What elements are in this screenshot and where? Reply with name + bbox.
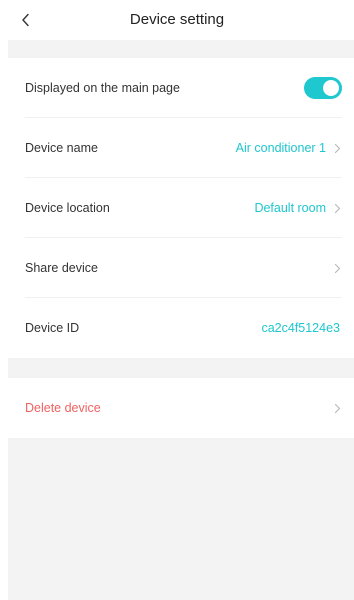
device-id-row: Device ID ca2c4f5124e3 (8, 298, 354, 358)
device-id-label: Device ID (25, 321, 80, 335)
share-device-row[interactable]: Share device (8, 238, 354, 298)
device-name-value: Air conditioner 1 (235, 141, 326, 155)
device-name-row[interactable]: Device name Air conditioner 1 (8, 118, 354, 178)
chevron-right-icon (332, 401, 342, 415)
device-name-label: Device name (25, 141, 98, 155)
settings-content: Displayed on the main page Device name A… (8, 40, 354, 600)
device-location-row[interactable]: Device location Default room (8, 178, 354, 238)
show-on-main-row: Displayed on the main page (8, 58, 354, 118)
chevron-left-icon (22, 13, 29, 27)
chevron-right-icon (332, 261, 342, 275)
toggle-knob (323, 80, 339, 96)
delete-device-row[interactable]: Delete device (8, 378, 354, 438)
device-id-value: ca2c4f5124e3 (261, 321, 340, 335)
show-on-main-label: Displayed on the main page (25, 81, 180, 95)
chevron-right-icon (332, 141, 342, 155)
share-device-label: Share device (25, 261, 98, 275)
chevron-right-icon (332, 201, 342, 215)
device-location-label: Device location (25, 201, 110, 215)
settings-group: Displayed on the main page Device name A… (8, 58, 354, 358)
show-on-main-toggle[interactable] (304, 77, 342, 99)
page-title: Device setting (129, 11, 225, 28)
header-bar: Device setting (0, 0, 354, 40)
danger-group: Delete device (8, 378, 354, 438)
device-location-value: Default room (254, 201, 326, 215)
device-setting-screen: Device setting Displayed on the main pag… (0, 0, 354, 600)
delete-device-label: Delete device (25, 401, 101, 415)
back-button[interactable] (14, 8, 38, 32)
